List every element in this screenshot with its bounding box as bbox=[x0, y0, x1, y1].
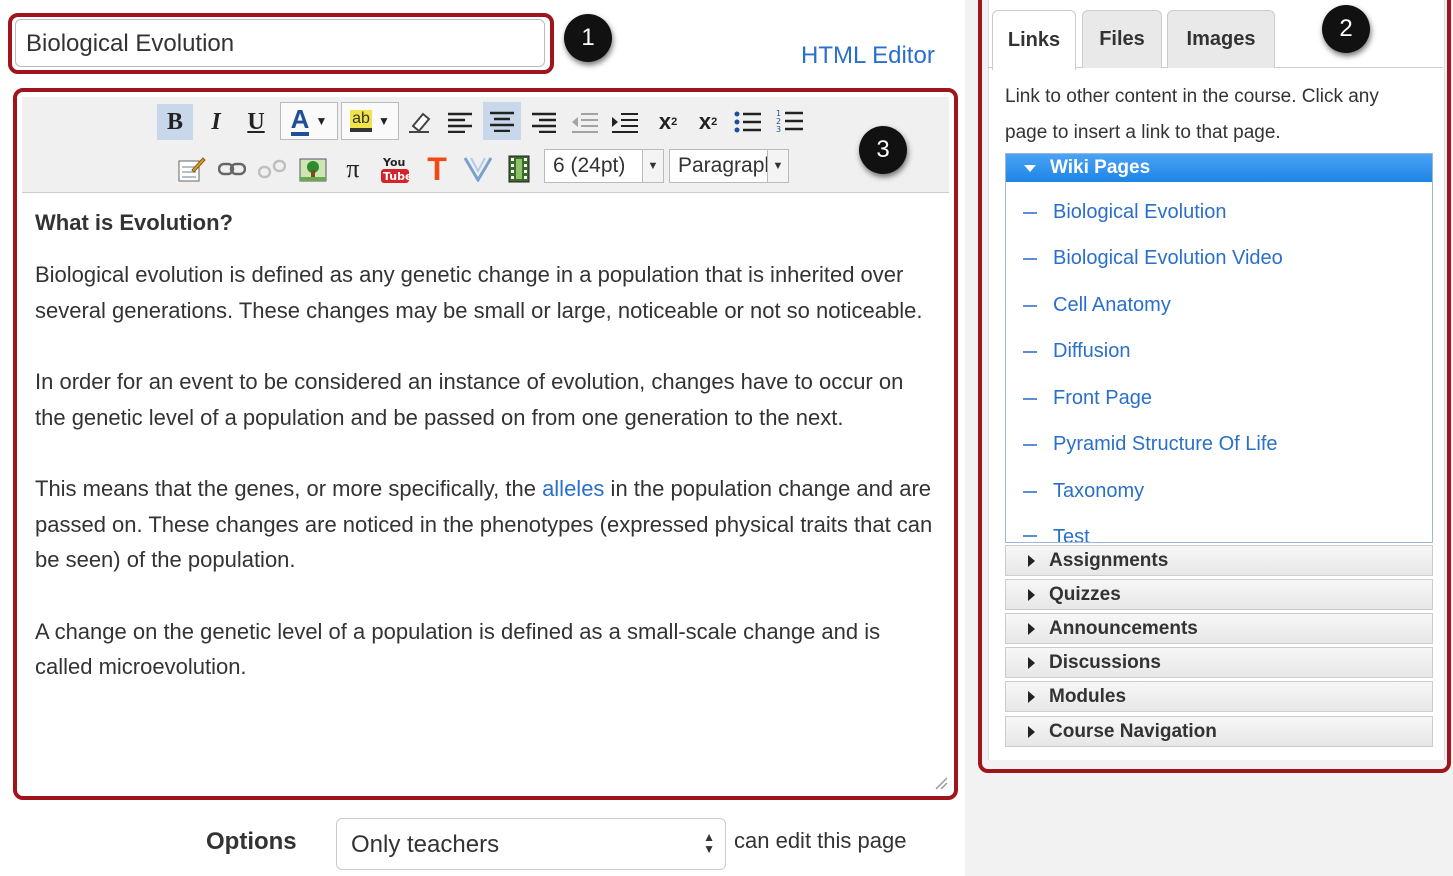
content-paragraph: Biological evolution is defined as any g… bbox=[35, 262, 923, 323]
options-suffix: can edit this page bbox=[734, 828, 907, 853]
block-format-value: Paragraph bbox=[678, 154, 777, 177]
subscript-icon[interactable]: x2 bbox=[690, 104, 726, 140]
image-icon[interactable] bbox=[296, 151, 330, 187]
align-center-icon[interactable] bbox=[483, 102, 521, 140]
chevron-down-icon: ▼ bbox=[642, 150, 663, 182]
youtube-icon[interactable]: You Tube bbox=[378, 151, 412, 187]
html-editor-link[interactable]: HTML Editor bbox=[801, 42, 935, 70]
italic-icon[interactable]: I bbox=[198, 104, 234, 140]
content-paragraph: This means that the genes, or more speci… bbox=[35, 471, 935, 578]
highlight-icon[interactable]: ab ▼ bbox=[341, 102, 399, 140]
unlink-icon[interactable] bbox=[255, 151, 289, 187]
alleles-link[interactable]: alleles bbox=[542, 476, 604, 501]
updown-arrows-icon: ▲ ▼ bbox=[703, 830, 715, 856]
font-color-icon[interactable]: A ▼ bbox=[280, 102, 338, 140]
content-paragraph: A change on the genetic level of a popul… bbox=[35, 618, 881, 680]
editor-content[interactable]: What is Evolution? Biological evolution … bbox=[35, 205, 935, 721]
font-size-select[interactable]: 6 (24pt) ▼ bbox=[544, 149, 664, 183]
svg-text:Tube: Tube bbox=[383, 170, 410, 183]
options-label: Options bbox=[206, 828, 297, 855]
resize-handle-icon[interactable] bbox=[934, 776, 948, 790]
align-left-icon[interactable] bbox=[442, 104, 478, 140]
equation-icon[interactable]: π bbox=[336, 151, 370, 187]
align-right-icon[interactable] bbox=[526, 104, 562, 140]
underline-icon[interactable]: U bbox=[238, 104, 274, 140]
page-title-input[interactable]: Biological Evolution bbox=[15, 19, 545, 67]
callout-marker-1: 1 bbox=[564, 14, 612, 62]
outdent-icon[interactable] bbox=[567, 104, 603, 140]
svg-text:You: You bbox=[382, 156, 405, 169]
edit-permission-select[interactable]: Only teachers ▲ ▼ bbox=[336, 818, 726, 870]
superscript-icon[interactable]: x2 bbox=[650, 104, 686, 140]
indent-icon[interactable] bbox=[607, 104, 643, 140]
media-icon[interactable] bbox=[502, 151, 536, 187]
editor-toolbar: B I U A ▼ ab ▼ x2 x2 123 π You Tube T 6 … bbox=[22, 97, 949, 193]
v-icon[interactable] bbox=[461, 151, 495, 187]
edit-table-icon[interactable] bbox=[175, 151, 209, 187]
numbered-list-icon[interactable]: 123 bbox=[772, 104, 808, 140]
chevron-down-icon: ▼ bbox=[767, 150, 788, 182]
text-icon[interactable]: T bbox=[420, 151, 454, 187]
svg-text:3: 3 bbox=[776, 125, 781, 134]
callout-marker-3: 3 bbox=[859, 126, 907, 174]
edit-permission-value: Only teachers bbox=[351, 831, 500, 858]
link-icon[interactable] bbox=[215, 151, 249, 187]
bold-icon[interactable]: B bbox=[157, 104, 193, 140]
eraser-icon[interactable] bbox=[403, 104, 437, 140]
sidebar-highlight-box bbox=[978, 0, 1451, 773]
block-format-select[interactable]: Paragraph ▼ bbox=[669, 149, 789, 183]
content-paragraph: In order for an event to be considered a… bbox=[35, 369, 904, 430]
bullet-list-icon[interactable] bbox=[730, 104, 766, 140]
content-heading: What is Evolution? bbox=[35, 210, 233, 235]
font-size-value: 6 (24pt) bbox=[553, 154, 626, 177]
paragraph-text: This means that the genes, or more speci… bbox=[35, 476, 543, 501]
